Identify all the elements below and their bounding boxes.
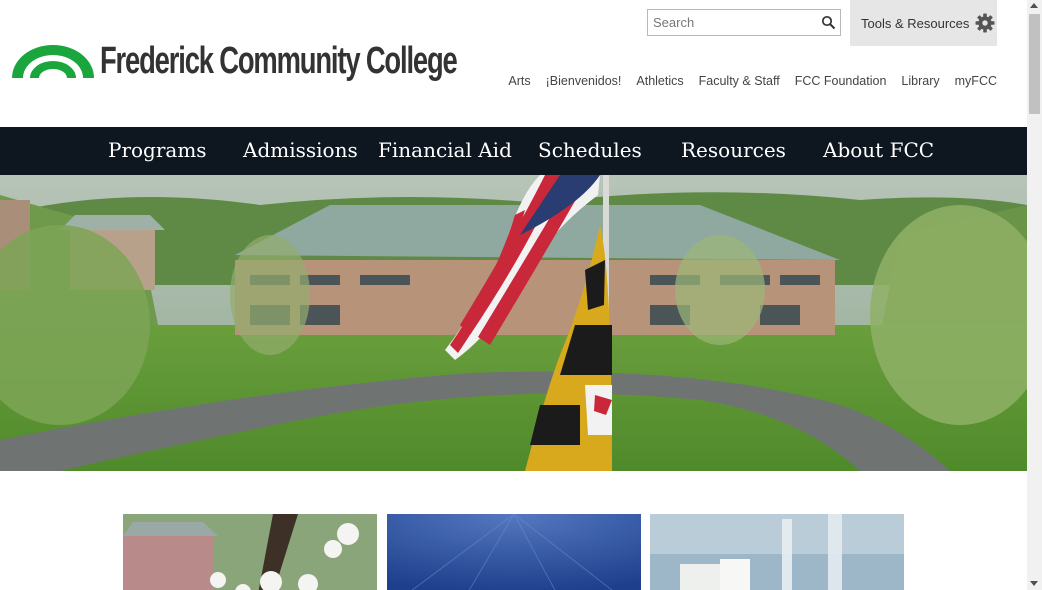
nav-about-fcc[interactable]: About FCC bbox=[823, 138, 934, 162]
util-link-myfcc[interactable]: myFCC bbox=[955, 74, 997, 88]
util-link-arts[interactable]: Arts bbox=[508, 74, 530, 88]
logo-arch-icon bbox=[12, 44, 94, 78]
nav-programs[interactable]: Programs bbox=[108, 138, 207, 162]
scroll-thumb[interactable] bbox=[1029, 14, 1040, 114]
magnifier-icon[interactable] bbox=[821, 15, 836, 30]
main-nav: Programs Admissions Financial Aid Schedu… bbox=[0, 127, 1027, 175]
scroll-up-icon[interactable] bbox=[1030, 3, 1038, 8]
util-link-faculty-staff[interactable]: Faculty & Staff bbox=[699, 74, 780, 88]
feature-card-image-3[interactable] bbox=[650, 514, 904, 590]
hero-campus-image bbox=[0, 175, 1027, 471]
tools-resources-button[interactable]: Tools & Resources bbox=[850, 0, 997, 46]
scroll-down-icon[interactable] bbox=[1030, 581, 1038, 586]
util-link-bienvenidos[interactable]: ¡Bienvenidos! bbox=[546, 74, 622, 88]
gear-icon bbox=[975, 13, 995, 33]
util-link-athletics[interactable]: Athletics bbox=[636, 74, 683, 88]
college-name: Frederick Community College bbox=[100, 40, 458, 82]
nav-financial-aid[interactable]: Financial Aid bbox=[378, 138, 512, 162]
nav-resources[interactable]: Resources bbox=[681, 138, 786, 162]
utility-nav: Arts ¡Bienvenidos! Athletics Faculty & S… bbox=[508, 74, 997, 88]
page-scrollbar[interactable] bbox=[1027, 0, 1042, 590]
nav-admissions[interactable]: Admissions bbox=[243, 138, 358, 162]
page: Frederick Community College Tools & Reso… bbox=[0, 0, 1027, 590]
nav-schedules[interactable]: Schedules bbox=[538, 138, 642, 162]
feature-card-image-1[interactable] bbox=[123, 514, 377, 590]
tools-resources-label: Tools & Resources bbox=[861, 15, 970, 31]
search-input[interactable] bbox=[648, 10, 813, 35]
feature-card-image-2[interactable] bbox=[387, 514, 641, 590]
search-box bbox=[647, 9, 841, 36]
util-link-fcc-foundation[interactable]: FCC Foundation bbox=[795, 74, 887, 88]
util-link-library[interactable]: Library bbox=[901, 74, 939, 88]
